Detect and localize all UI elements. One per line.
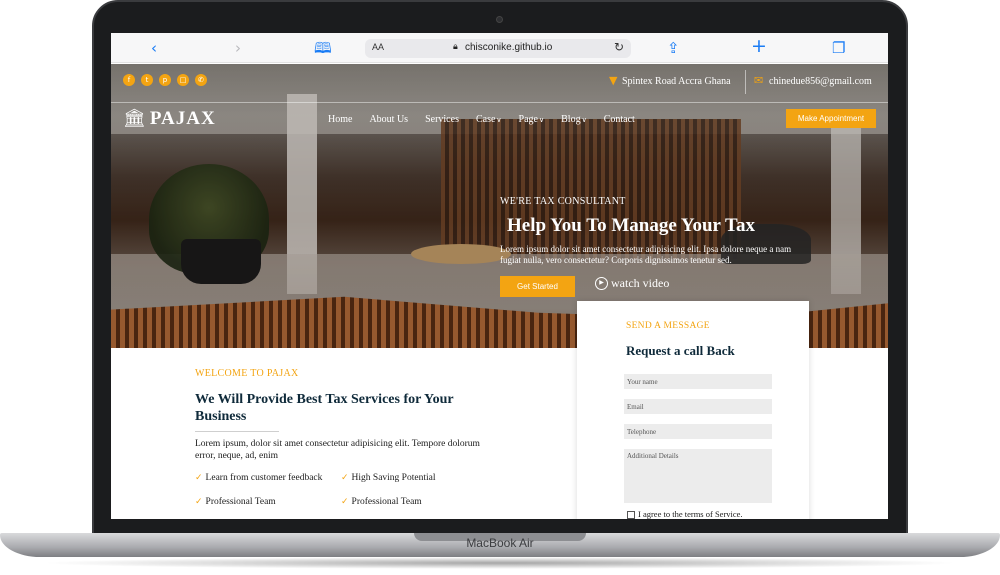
- nav-item-label: Home: [328, 114, 353, 125]
- form-title: Request a call Back: [626, 343, 735, 358]
- form-label: SEND A MESSAGE: [626, 321, 710, 331]
- telephone-field[interactable]: [624, 424, 772, 439]
- hero-description: Lorem ipsum dolor sit amet consectetur a…: [500, 244, 792, 265]
- play-icon[interactable]: ▶: [595, 277, 608, 290]
- laptop-shadow: [40, 557, 960, 569]
- pinterest-icon[interactable]: p: [159, 74, 171, 86]
- address-bar[interactable]: AA 🔒︎ chisconike.github.io ↻: [365, 39, 631, 58]
- check-icon: ✓: [341, 497, 349, 507]
- nav-item-about-us[interactable]: About Us: [369, 114, 408, 125]
- nav-item-blog[interactable]: Blog∨: [561, 114, 587, 125]
- nav-item-label: About Us: [369, 114, 409, 125]
- twitter-icon[interactable]: t: [141, 74, 153, 86]
- url-text: chisconike.github.io: [465, 42, 553, 53]
- book-icon[interactable]: 🕮: [314, 38, 332, 58]
- feature-item: ✓ Professional Team: [195, 497, 276, 507]
- topbar-divider-line: [111, 102, 888, 103]
- details-textarea[interactable]: [624, 449, 772, 503]
- nav-item-services[interactable]: Services: [425, 114, 459, 125]
- email-field[interactable]: [624, 399, 772, 414]
- whatsapp-icon[interactable]: ✆: [195, 74, 207, 86]
- welcome-text: Lorem ipsum, dolor sit amet consectetur …: [195, 439, 480, 461]
- welcome-title: We Will Provide Best Tax Services for Yo…: [195, 392, 454, 424]
- main-nav: Home About Us Services Case∨ Page∨ Blog∨…: [328, 114, 652, 125]
- terms-label: I agree to the terms of Service.: [638, 509, 743, 519]
- nav-item-case[interactable]: Case∨: [476, 114, 502, 125]
- camera-icon: [496, 16, 503, 23]
- nav-item-contact[interactable]: Contact: [604, 114, 635, 125]
- location-pin-icon: ▼: [609, 74, 618, 87]
- callback-form-card: SEND A MESSAGE Request a call Back I agr…: [577, 301, 809, 519]
- name-field[interactable]: [624, 374, 772, 389]
- brand-name: PAJAX: [149, 108, 216, 129]
- browser-screen: ‹ › 🕮 AA 🔒︎ chisconike.github.io ↻ ⇪ + ❐: [111, 33, 888, 519]
- facebook-icon[interactable]: f: [123, 74, 135, 86]
- chevron-down-icon: ∨: [581, 116, 587, 124]
- envelope-icon: ✉: [754, 74, 764, 87]
- hero-tagline: WE'RE TAX CONSULTANT: [500, 196, 626, 207]
- chevron-left-icon[interactable]: ‹: [151, 38, 157, 58]
- social-links: f t p □ ✆: [123, 74, 207, 86]
- reader-mode-button[interactable]: AA: [372, 42, 384, 52]
- location-text: Spintex Road Accra Ghana: [622, 76, 731, 87]
- chevron-right-icon[interactable]: ›: [235, 38, 241, 58]
- get-started-button[interactable]: Get Started: [500, 276, 575, 297]
- watch-video-link[interactable]: watch video: [611, 276, 669, 291]
- browser-toolbar: ‹ › 🕮 AA 🔒︎ chisconike.github.io ↻ ⇪ + ❐: [111, 33, 888, 63]
- email-link[interactable]: chinedue856@gmail.com: [769, 76, 872, 87]
- instagram-icon[interactable]: □: [177, 74, 189, 86]
- nav-item-label: Blog: [561, 114, 581, 125]
- feature-label: Learn from customer feedback: [205, 473, 323, 483]
- check-icon: ✓: [195, 473, 203, 483]
- lock-icon: 🔒︎: [453, 42, 458, 52]
- site-logo[interactable]: 🏛︎ PAJAX: [123, 108, 216, 130]
- nav-item-label: Contact: [603, 114, 635, 125]
- check-icon: ✓: [341, 473, 349, 483]
- make-appointment-button[interactable]: Make Appointment: [786, 109, 876, 128]
- feature-item: ✓ Professional Team: [341, 497, 422, 507]
- welcome-label: WELCOME TO PAJAX: [195, 368, 299, 379]
- welcome-divider: [195, 431, 279, 432]
- chevron-down-icon: ∨: [496, 116, 502, 124]
- hero-headline: Help You To Manage Your Tax: [507, 215, 755, 236]
- chevron-down-icon: ∨: [539, 116, 545, 124]
- terms-checkbox[interactable]: [627, 511, 635, 519]
- tabs-icon[interactable]: ❐: [832, 38, 845, 58]
- reload-icon[interactable]: ↻: [614, 40, 624, 54]
- topbar-divider: [745, 70, 746, 94]
- share-icon[interactable]: ⇪: [667, 38, 680, 58]
- feature-label: High Saving Potential: [351, 473, 436, 483]
- bank-icon: 🏛︎: [123, 108, 146, 129]
- nav-item-label: Page: [518, 114, 538, 125]
- feature-label: Professional Team: [351, 497, 422, 507]
- laptop-mockup: ‹ › 🕮 AA 🔒︎ chisconike.github.io ↻ ⇪ + ❐: [0, 0, 1000, 575]
- feature-item: ✓ Learn from customer feedback: [195, 473, 322, 483]
- plus-icon[interactable]: +: [751, 36, 767, 56]
- check-icon: ✓: [195, 497, 203, 507]
- nav-item-label: Case: [475, 114, 496, 125]
- nav-item-home[interactable]: Home: [328, 114, 352, 125]
- nav-item-page[interactable]: Page∨: [519, 114, 545, 125]
- device-label: MacBook Air: [466, 536, 534, 550]
- feature-label: Professional Team: [205, 497, 276, 507]
- feature-item: ✓ High Saving Potential: [341, 473, 435, 483]
- nav-item-label: Services: [425, 114, 459, 125]
